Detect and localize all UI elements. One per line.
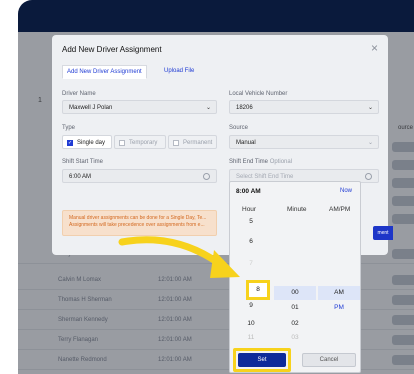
pointer-arrow-icon — [118, 236, 240, 278]
app-content: 1 ource Mary AustinCalvin M Lomax12:01:0… — [18, 32, 414, 374]
screenshot-frame: 1 ource Mary AustinCalvin M Lomax12:01:0… — [0, 0, 414, 374]
app-top-bar — [18, 0, 414, 32]
